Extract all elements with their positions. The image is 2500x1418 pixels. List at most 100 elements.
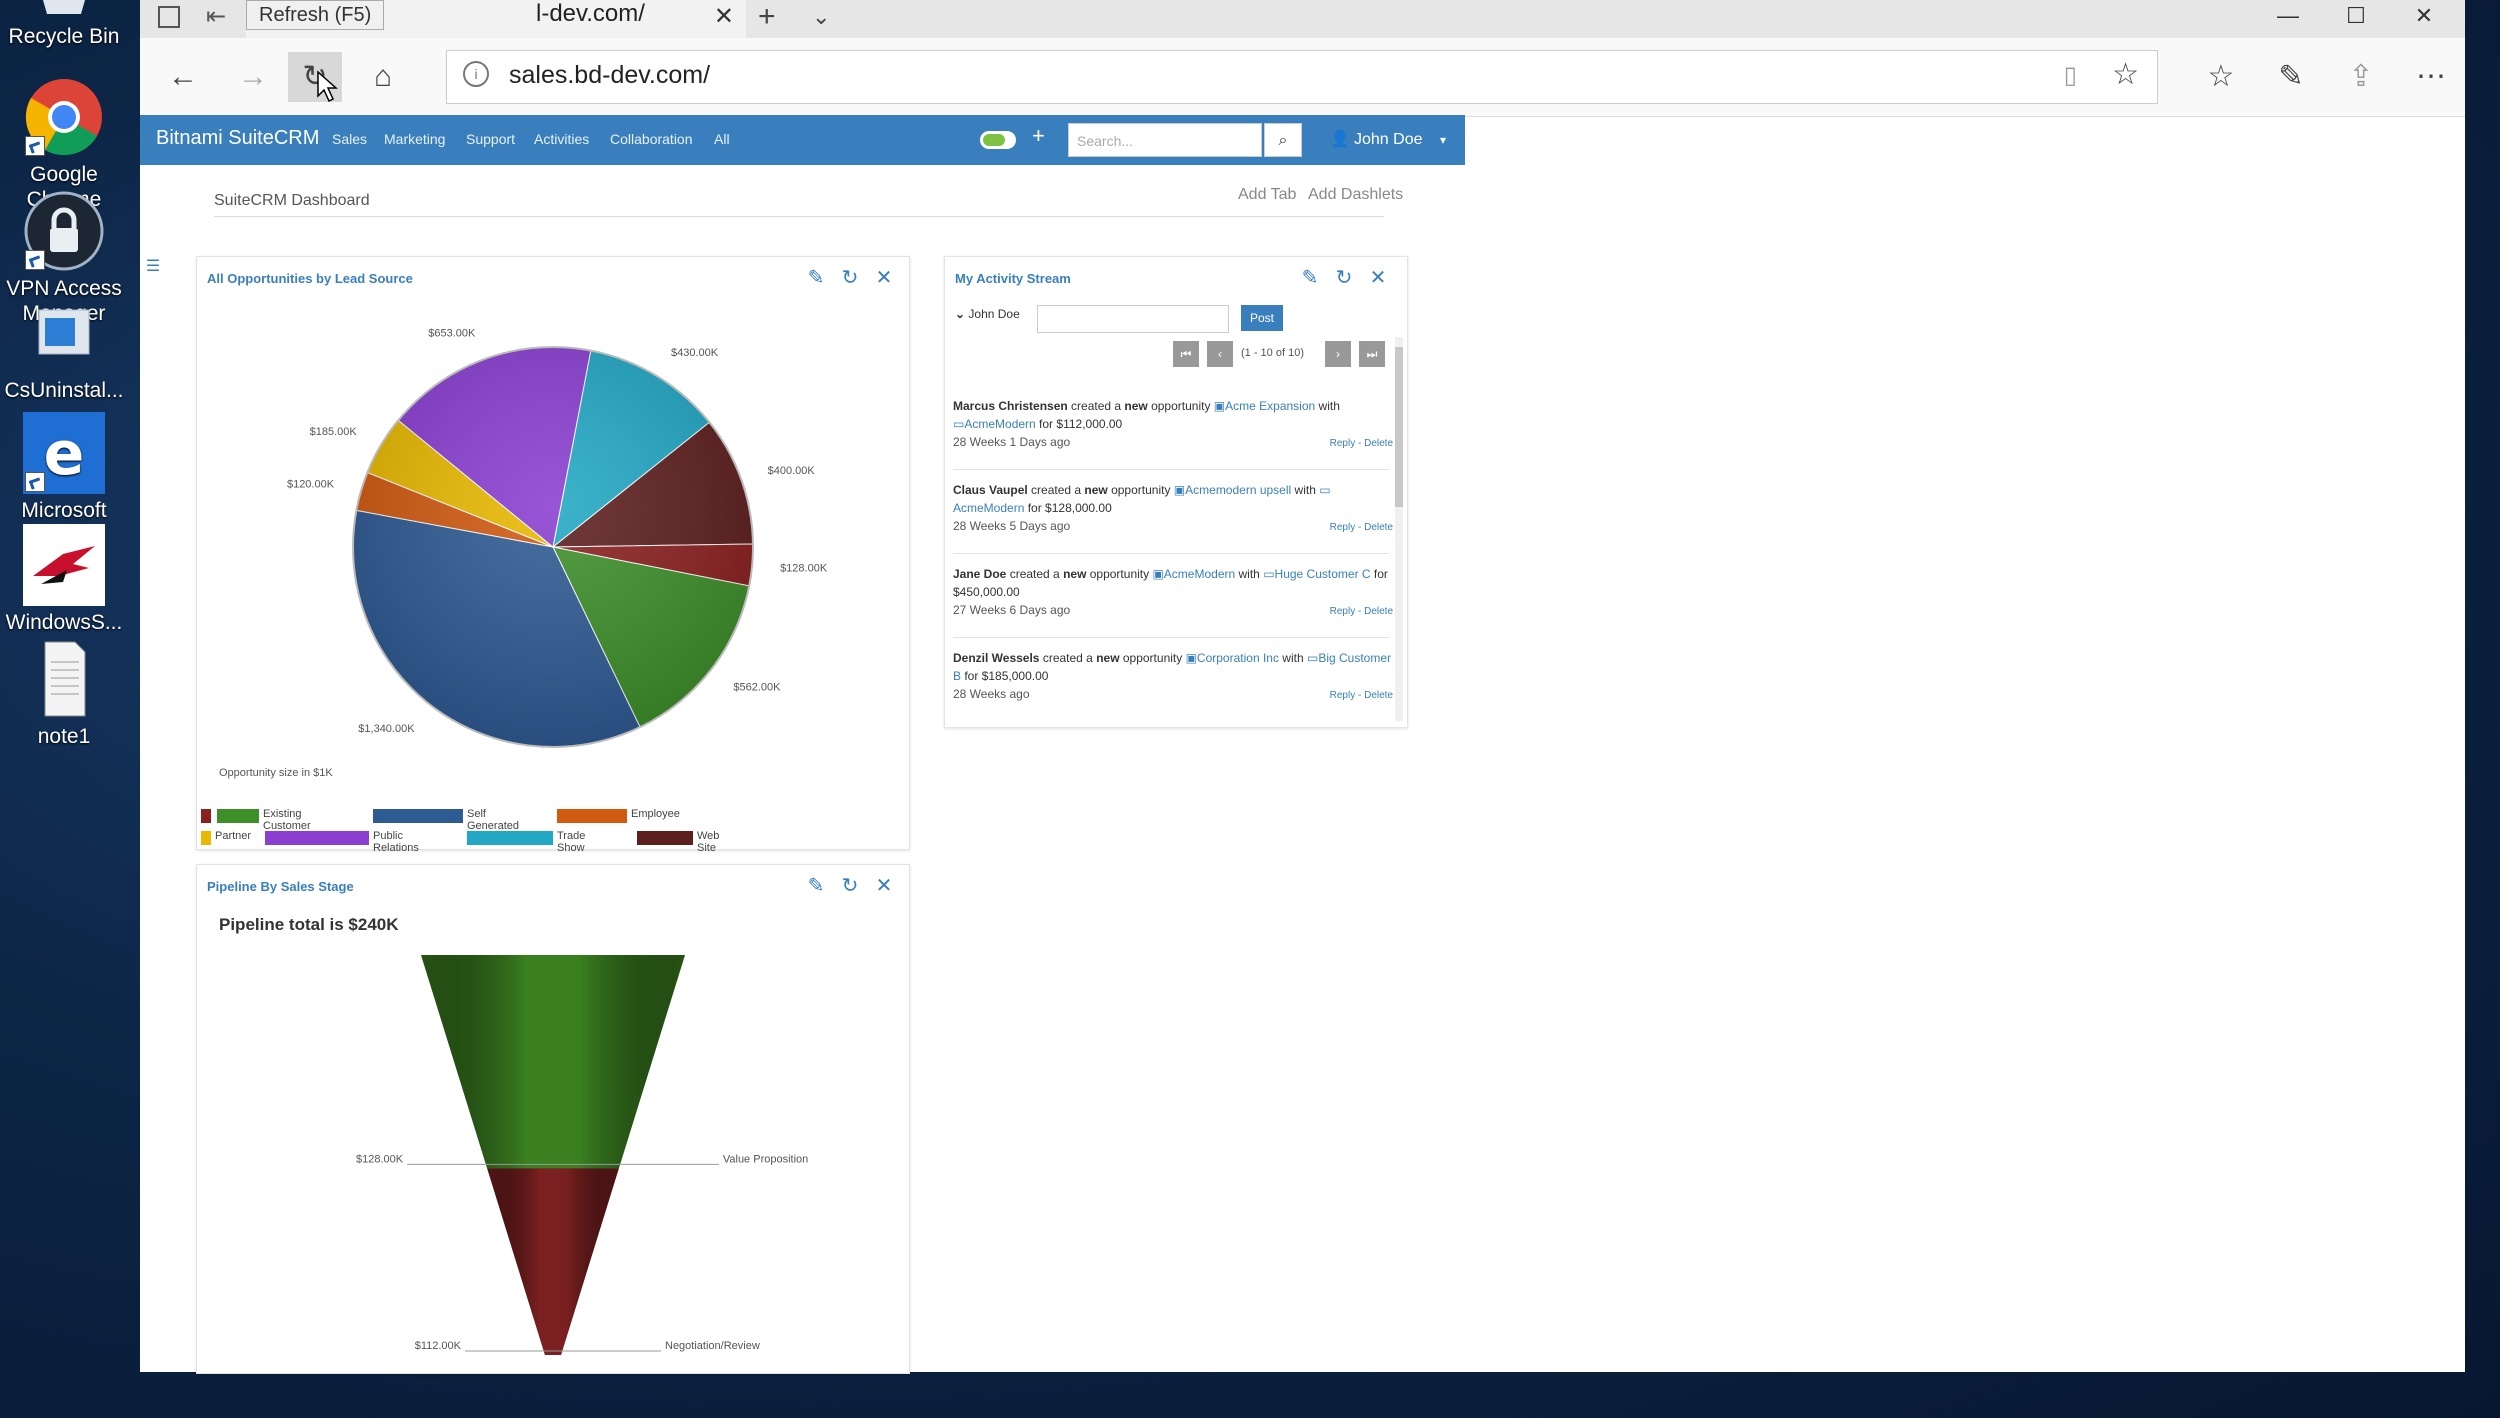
menu-support[interactable]: Support — [466, 131, 515, 147]
forward-icon[interactable]: → — [226, 52, 280, 102]
search-icon[interactable]: ⌕ — [1264, 123, 1302, 157]
activity-time: 28 Weeks 1 Days ago — [953, 435, 1071, 449]
activity-actor[interactable]: Claus Vaupel — [953, 483, 1028, 497]
pie-slice-label: $653.00K — [428, 328, 476, 340]
tab-actions-icon[interactable] — [158, 6, 180, 28]
menu-sales[interactable]: Sales — [332, 131, 367, 147]
close-icon[interactable]: ✕ — [871, 265, 897, 291]
activity-object: opportunity — [1107, 483, 1174, 497]
legend-label: Partner — [215, 830, 252, 842]
reply-delete-links[interactable]: Reply - Delete — [1330, 603, 1393, 621]
desktop-icon-windowss[interactable]: WindowsS... — [0, 524, 128, 635]
pager-next-icon[interactable]: › — [1325, 341, 1351, 367]
chevron-down-icon: ⌄ — [955, 307, 966, 321]
set-aside-tabs-icon[interactable]: ⇤ — [206, 2, 226, 31]
funnel-value-label: $112.00K — [415, 1340, 462, 1352]
maximize-icon[interactable]: ☐ — [2326, 0, 2386, 34]
actions-toggle-icon[interactable] — [980, 131, 1016, 149]
browser-window: ⇤ l-dev.com/ ✕ Refresh (F5) + ⌄ — ☐ ✕ ← … — [140, 0, 2465, 1374]
web-note-pen-icon[interactable]: ✎ — [2264, 52, 2318, 102]
chevron-down-icon[interactable]: ⌄ — [812, 0, 830, 34]
dashlet-title[interactable]: All Opportunities by Lead Source — [207, 271, 413, 286]
activity-actor[interactable]: Jane Doe — [953, 567, 1006, 581]
dashlet-title[interactable]: Pipeline By Sales Stage — [207, 879, 354, 894]
activity-scrollbar[interactable] — [1395, 337, 1403, 721]
pager-first-icon[interactable]: ⏮ — [1173, 341, 1199, 367]
desktop-icon-csuninstaller[interactable]: CsUninstal... — [0, 302, 128, 403]
chart-caption: Opportunity size in $1K — [219, 767, 333, 779]
activity-user: ⌄ John Doe — [955, 307, 1020, 321]
edit-pencil-icon[interactable]: ✎ — [1297, 265, 1323, 291]
account-link[interactable]: AcmeModern — [953, 501, 1024, 515]
legend-swatch — [637, 831, 693, 845]
refresh-icon[interactable]: ↻ — [837, 265, 863, 291]
edit-pencil-icon[interactable]: ✎ — [803, 873, 829, 899]
edit-pencil-icon[interactable]: ✎ — [803, 265, 829, 291]
divider — [953, 469, 1389, 470]
user-menu[interactable]: 👤 John Doe ▾ — [1318, 123, 1458, 157]
menu-all[interactable]: All — [714, 131, 730, 147]
sidebar-toggle-icon[interactable]: ☰ — [144, 256, 162, 275]
reply-delete-links[interactable]: Reply - Delete — [1330, 687, 1393, 705]
post-button[interactable]: Post — [1241, 305, 1283, 331]
opportunity-link[interactable]: ▣Acmemodern upsell — [1174, 483, 1291, 497]
desktop-icon-note1[interactable]: note1 — [0, 638, 128, 749]
close-tab-icon[interactable]: ✕ — [714, 2, 734, 31]
menu-collaboration[interactable]: Collaboration — [610, 131, 693, 147]
reply-delete-links[interactable]: Reply - Delete — [1330, 519, 1393, 537]
pie-chart: $430.00K $400.00K $128.00K $562.00K $1,340.0… — [287, 328, 828, 748]
crm-brand[interactable]: Bitnami SuiteCRM — [156, 127, 319, 150]
pie-slice-label: $185.00K — [310, 426, 358, 438]
refresh-icon[interactable]: ↻ — [1331, 265, 1357, 291]
menu-activities[interactable]: Activities — [534, 131, 589, 147]
reading-view-icon[interactable]: ▯ — [2064, 61, 2077, 90]
favorites-hub-icon[interactable]: ☆ — [2194, 52, 2248, 102]
dashlet-title[interactable]: My Activity Stream — [955, 271, 1071, 286]
favorite-star-icon[interactable]: ☆ — [2112, 57, 2139, 92]
activity-verb: created a — [1006, 567, 1064, 581]
desktop-icon-label: note1 — [37, 725, 91, 748]
close-window-icon[interactable]: ✕ — [2394, 0, 2454, 34]
minimize-icon[interactable]: — — [2258, 0, 2318, 34]
site-info-icon[interactable]: i — [463, 61, 489, 87]
activity-adj: new — [1096, 651, 1120, 665]
legend-swatch — [557, 809, 627, 823]
tab-title: l-dev.com/ — [536, 0, 645, 27]
quick-create-plus-icon[interactable]: + — [1032, 123, 1045, 149]
menu-marketing[interactable]: Marketing — [384, 131, 445, 147]
activity-amount: for $112,000.00 — [1035, 417, 1123, 431]
desktop-icon-label: WindowsS... — [5, 611, 123, 634]
post-input[interactable] — [1037, 305, 1229, 333]
add-dashlets-link[interactable]: Add Dashlets — [1308, 186, 1403, 204]
address-bar[interactable]: i sales.bd-dev.com/ ▯ ☆ — [446, 50, 2158, 104]
pipeline-total: Pipeline total is $240K — [219, 915, 399, 934]
home-icon[interactable]: ⌂ — [356, 52, 410, 102]
pager-prev-icon[interactable]: ‹ — [1207, 341, 1233, 367]
legend-label: Public Relations — [373, 830, 419, 854]
account-link[interactable]: ▭Huge Customer C — [1263, 567, 1370, 581]
more-menu-icon[interactable]: ⋯ — [2404, 52, 2458, 102]
reply-delete-links[interactable]: Reply - Delete — [1330, 435, 1393, 453]
back-icon[interactable]: ← — [156, 52, 210, 102]
activity-actor[interactable]: Marcus Christensen — [953, 399, 1068, 413]
opportunity-link[interactable]: ▣Corporation Inc — [1186, 651, 1279, 665]
crm-search-input[interactable]: Search... — [1068, 123, 1262, 157]
pie-slice-label: $562.00K — [733, 681, 781, 693]
account-link[interactable]: ▭AcmeModern — [953, 417, 1036, 431]
activity-verb: created a — [1067, 399, 1125, 413]
add-tab-link[interactable]: Add Tab — [1238, 186, 1296, 204]
activity-actor[interactable]: Denzil Wessels — [953, 651, 1039, 665]
opportunity-link[interactable]: ▣Acme Expansion — [1214, 399, 1315, 413]
close-icon[interactable]: ✕ — [1365, 265, 1391, 291]
activity-time: 28 Weeks 5 Days ago — [953, 519, 1071, 533]
share-icon[interactable]: ⇪ — [2334, 52, 2388, 102]
opportunity-link[interactable]: ▣AcmeModern — [1152, 567, 1235, 581]
new-tab-icon[interactable]: + — [758, 0, 776, 34]
legend-swatch — [201, 809, 211, 823]
funnel-stage-shading — [421, 955, 685, 1169]
refresh-icon[interactable]: ↻ — [837, 873, 863, 899]
close-icon[interactable]: ✕ — [871, 873, 897, 899]
desktop-icon-recycle-bin[interactable]: Recycle Bin — [0, 0, 128, 49]
pager-last-icon[interactable]: ⏭ — [1359, 341, 1385, 367]
activity-object: opportunity — [1147, 399, 1214, 413]
